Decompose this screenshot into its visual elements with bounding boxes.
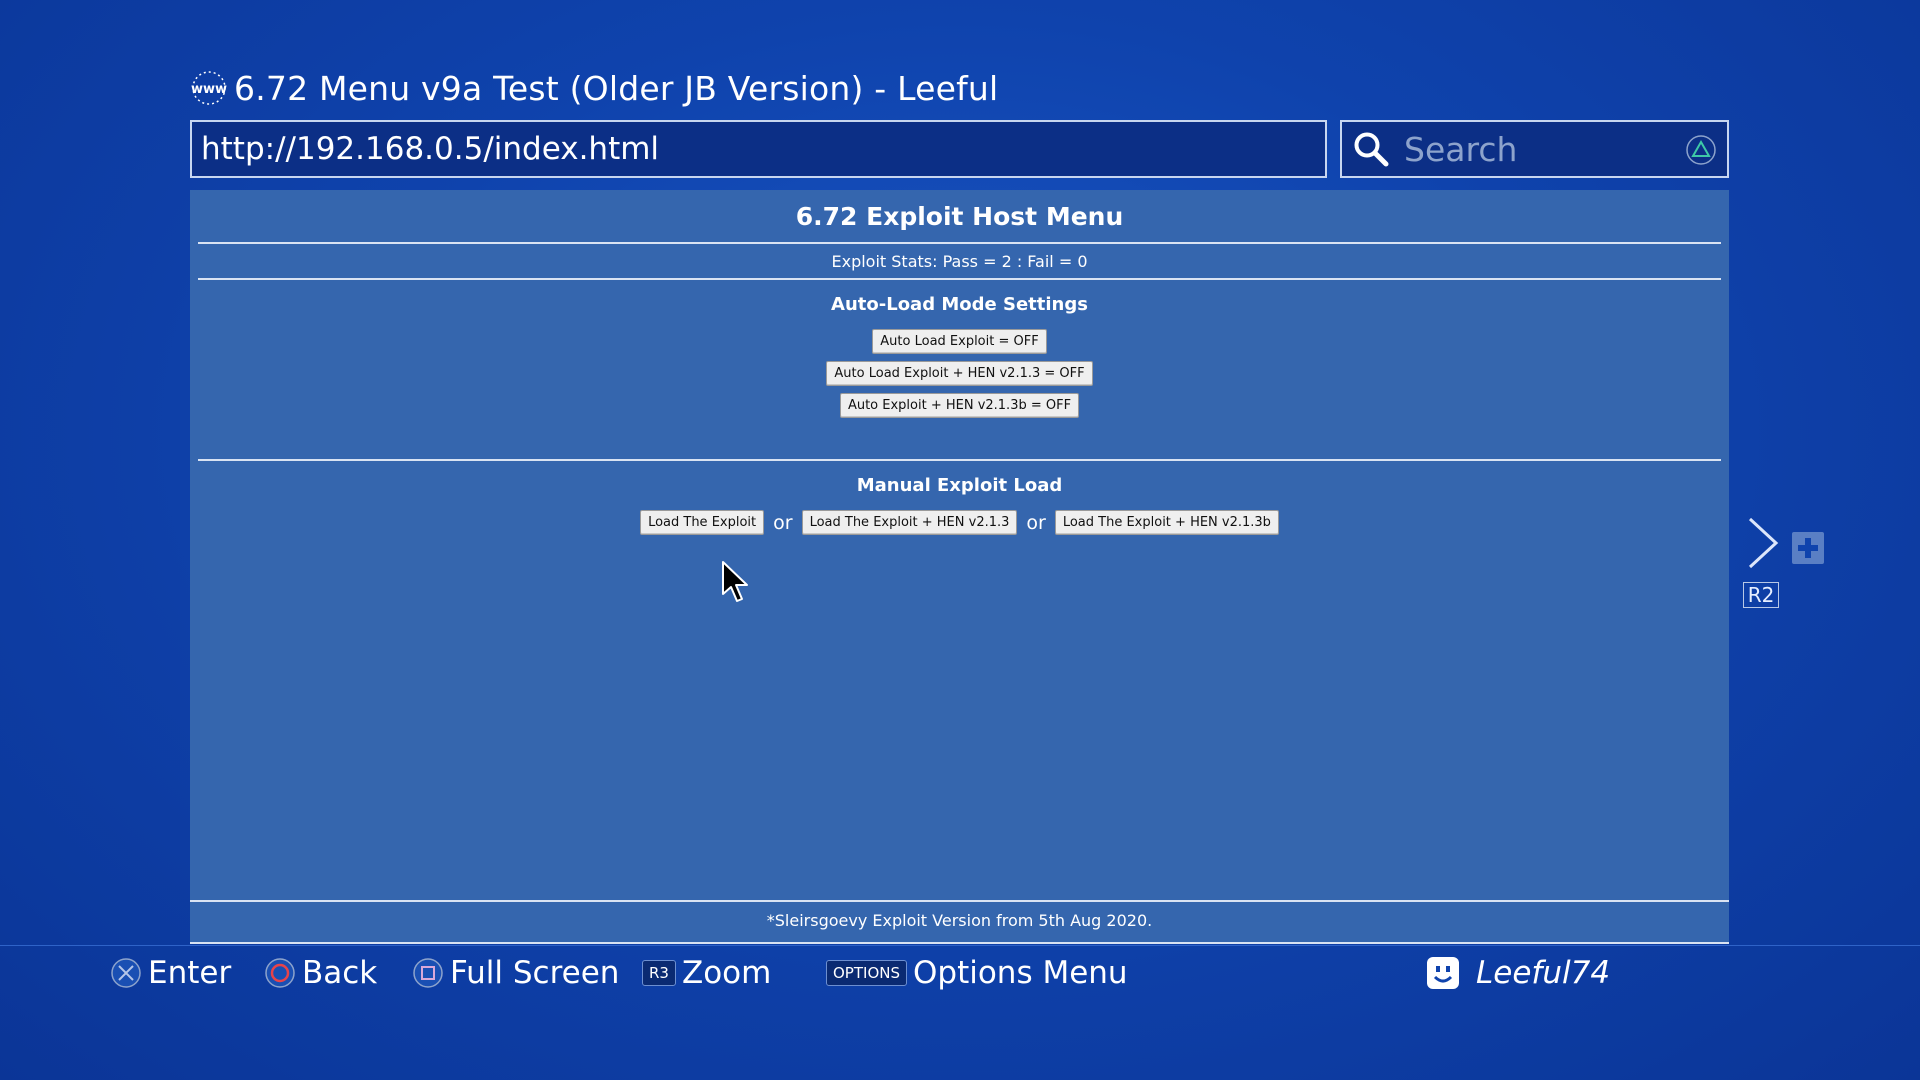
- load-exploit-hen-button[interactable]: Load The Exploit + HEN v2.1.3: [801, 510, 1018, 535]
- plus-icon: [1798, 538, 1818, 558]
- exploit-stats: Exploit Stats: Pass = 2 : Fail = 0: [831, 252, 1088, 271]
- web-page: 6.72 Exploit Host Menu Exploit Stats: Pa…: [190, 190, 1729, 942]
- hint-back: Back: [264, 950, 377, 996]
- search-placeholder: Search: [1404, 129, 1518, 169]
- manual-load-heading: Manual Exploit Load: [856, 475, 1063, 496]
- hint-zoom: R3 Zoom: [642, 950, 771, 996]
- hint-enter-label: Enter: [148, 955, 232, 991]
- auto-exploit-hen-b-button[interactable]: Auto Exploit + HEN v2.1.3b = OFF: [839, 393, 1080, 418]
- divider: [198, 459, 1721, 461]
- username: Leeful74: [1476, 955, 1611, 991]
- load-exploit-button[interactable]: Load The Exploit: [640, 510, 765, 535]
- address-bar[interactable]: http://192.168.0.5/index.html: [190, 120, 1327, 178]
- r2-button-label: R2: [1743, 582, 1779, 608]
- hint-back-label: Back: [302, 955, 378, 991]
- user-avatar-icon: [1427, 957, 1459, 989]
- window-title: 6.72 Menu v9a Test (Older JB Version) - …: [234, 68, 999, 108]
- url-text[interactable]: http://192.168.0.5/index.html: [201, 131, 659, 167]
- hint-full-screen-label: Full Screen: [450, 955, 620, 991]
- cross-button-icon: [111, 958, 141, 988]
- auto-load-buttons: Auto Load Exploit = OFF Auto Load Exploi…: [190, 329, 1729, 425]
- hint-bar-divider: [0, 945, 1920, 946]
- or-separator: or: [773, 511, 793, 534]
- auto-load-exploit-button[interactable]: Auto Load Exploit = OFF: [872, 329, 1047, 354]
- divider: [198, 242, 1721, 244]
- options-key-icon: OPTIONS: [826, 960, 907, 986]
- svg-text:www: www: [191, 82, 227, 97]
- page-footer: *Sleirsgoevy Exploit Version from 5th Au…: [190, 900, 1729, 942]
- user-profile: Leeful74: [1426, 950, 1610, 996]
- new-tab-button[interactable]: [1792, 532, 1824, 564]
- hint-options-menu: OPTIONS Options Menu: [826, 950, 1128, 996]
- or-separator: or: [1026, 511, 1046, 534]
- square-button-icon: [413, 958, 443, 988]
- auto-load-exploit-hen-button[interactable]: Auto Load Exploit + HEN v2.1.3 = OFF: [826, 361, 1093, 386]
- hint-full-screen: Full Screen: [412, 950, 619, 996]
- load-exploit-hen-b-button[interactable]: Load The Exploit + HEN v2.1.3b: [1054, 510, 1279, 535]
- divider: [198, 278, 1721, 280]
- circle-button-icon: [265, 958, 295, 988]
- next-page-arrow-icon[interactable]: [1746, 516, 1780, 570]
- search-input[interactable]: Search: [1340, 120, 1729, 178]
- triangle-button-icon[interactable]: [1685, 134, 1717, 166]
- www-globe-icon: www: [191, 71, 227, 105]
- hint-options-menu-label: Options Menu: [913, 955, 1128, 991]
- hint-zoom-label: Zoom: [681, 955, 772, 991]
- page-heading: 6.72 Exploit Host Menu: [795, 202, 1124, 231]
- window-title-bar: www 6.72 Menu v9a Test (Older JB Version…: [190, 68, 998, 108]
- hint-enter: Enter: [110, 950, 231, 996]
- auto-load-heading: Auto-Load Mode Settings: [831, 294, 1088, 315]
- page-bottom-border: [190, 942, 1729, 944]
- r3-key-icon: R3: [642, 960, 676, 986]
- search-icon: [1354, 132, 1389, 167]
- manual-load-buttons: Load The Exploit or Load The Exploit + H…: [190, 510, 1729, 535]
- button-hints-bar: Enter Back Full Screen R3 Zoom OPTIONS O…: [0, 950, 1920, 996]
- mouse-pointer-icon: [722, 561, 748, 602]
